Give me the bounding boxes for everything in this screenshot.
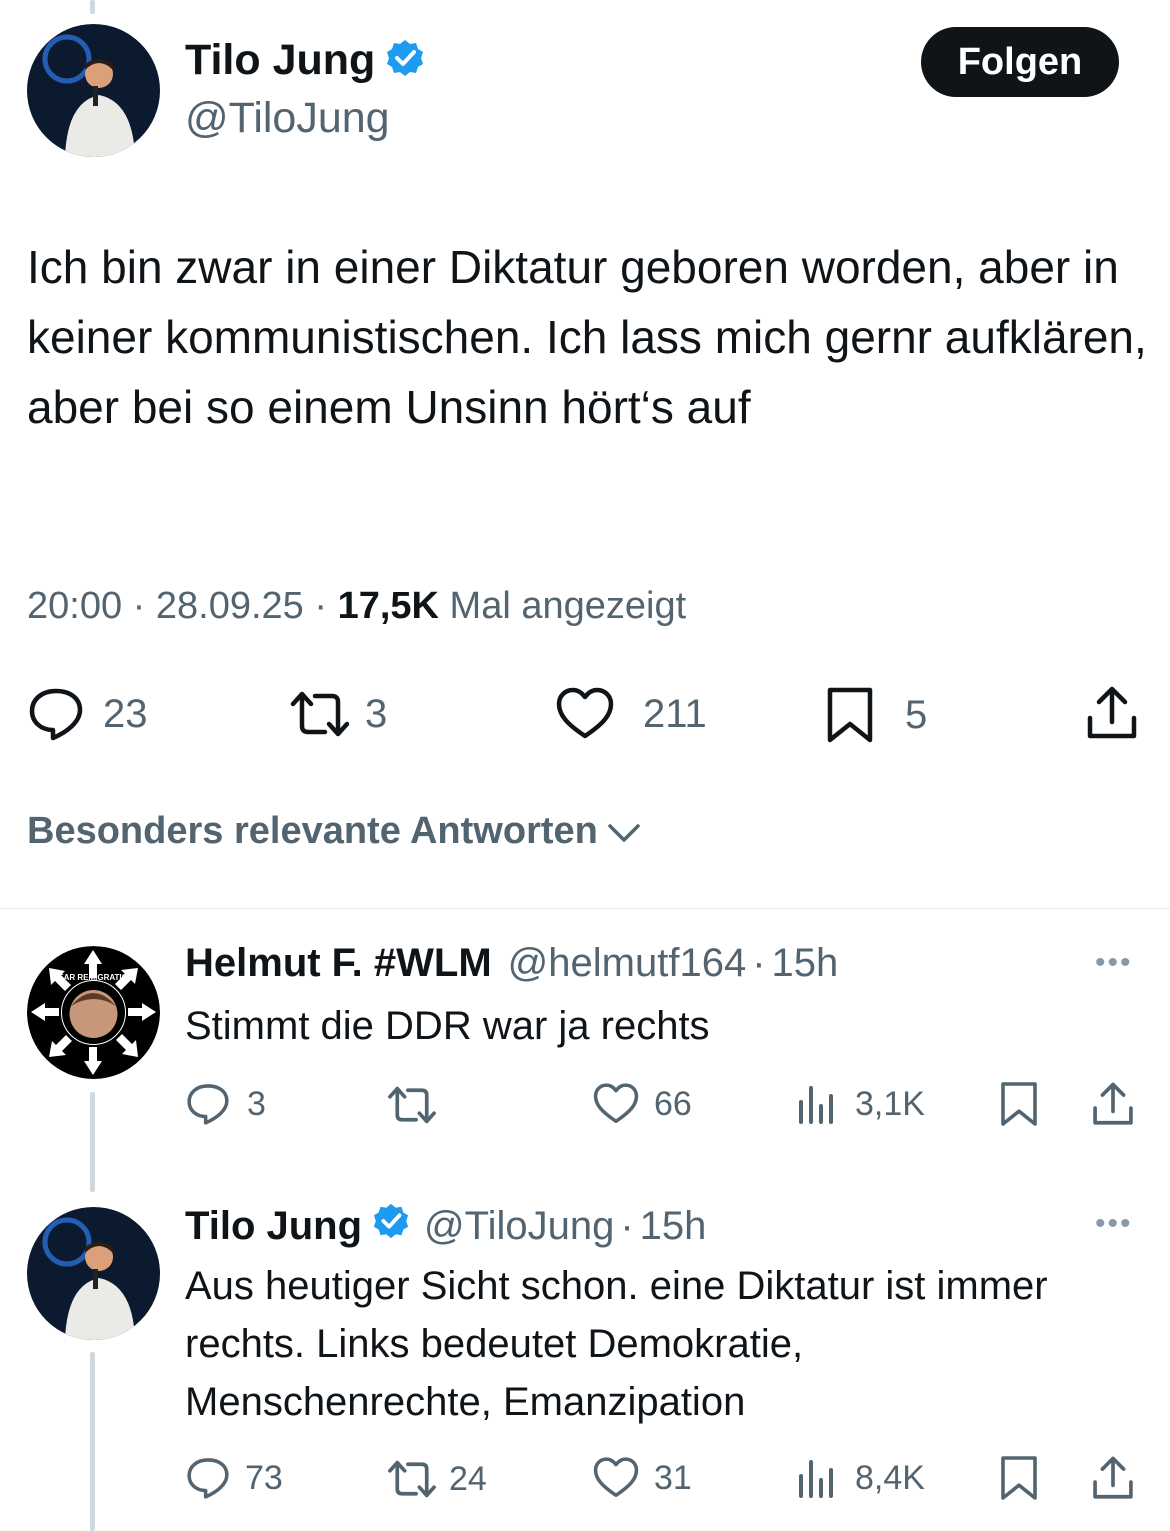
views-count: 8,4K bbox=[855, 1458, 925, 1497]
author-name[interactable]: Tilo Jung bbox=[185, 36, 375, 85]
author-row: Tilo Jung bbox=[185, 36, 425, 85]
reply-header: Helmut F. #WLM @helmutf164 · 15h bbox=[185, 941, 838, 986]
verified-icon bbox=[372, 1202, 410, 1250]
views-button[interactable]: 3,1K bbox=[797, 1082, 925, 1126]
repost-button[interactable]: 24 bbox=[385, 1456, 487, 1502]
reply-icon bbox=[187, 1458, 229, 1499]
share-button[interactable] bbox=[1091, 1454, 1135, 1502]
views-icon bbox=[799, 1460, 833, 1498]
share-button[interactable] bbox=[1085, 684, 1139, 742]
tweet-date[interactable]: 28.09.25 bbox=[156, 585, 304, 627]
reply-count: 73 bbox=[245, 1458, 283, 1497]
reply-text: Stimmt die DDR war ja rechts bbox=[185, 1004, 710, 1048]
avatar[interactable] bbox=[27, 24, 160, 157]
like-icon bbox=[556, 687, 614, 739]
reply-button[interactable]: 3 bbox=[185, 1082, 266, 1126]
reply-icon bbox=[187, 1084, 229, 1125]
like-button[interactable]: 211 bbox=[555, 686, 707, 742]
bookmark-button[interactable] bbox=[999, 1080, 1039, 1128]
more-icon[interactable]: ••• bbox=[1095, 1207, 1133, 1241]
like-button[interactable]: 31 bbox=[592, 1456, 692, 1500]
like-count: 211 bbox=[643, 691, 707, 736]
repost-icon bbox=[388, 1460, 436, 1498]
tweet-text: Ich bin zwar in einer Diktatur geboren w… bbox=[27, 241, 1147, 433]
bookmark-icon bbox=[1001, 1082, 1037, 1126]
meta-separator: · bbox=[132, 585, 146, 627]
view-count: 17,5K bbox=[337, 585, 439, 627]
repost-icon bbox=[388, 1086, 436, 1124]
reply-age[interactable]: 15h bbox=[640, 1204, 707, 1249]
reply-age[interactable]: 15h bbox=[772, 941, 839, 986]
tweet-time[interactable]: 20:00 bbox=[27, 585, 122, 627]
meta-separator: · bbox=[752, 941, 766, 985]
reply-count: 3 bbox=[247, 1084, 266, 1123]
divider bbox=[0, 908, 1170, 909]
thread-line-reply2 bbox=[90, 1352, 95, 1531]
repost-count: 3 bbox=[365, 691, 388, 736]
repost-button[interactable] bbox=[385, 1082, 457, 1128]
repost-count: 24 bbox=[449, 1459, 487, 1498]
reply-text: Aus heutiger Sicht schon. eine Diktatur … bbox=[185, 1264, 1048, 1424]
reply-avatar[interactable] bbox=[27, 1207, 160, 1340]
reply-handle[interactable]: @helmutf164 bbox=[508, 941, 747, 986]
bookmark-icon bbox=[827, 687, 873, 743]
like-count: 66 bbox=[654, 1084, 692, 1123]
follow-button[interactable]: Folgen bbox=[921, 27, 1119, 97]
reply-author-name[interactable]: Tilo Jung bbox=[185, 1204, 362, 1249]
repost-button[interactable]: 3 bbox=[287, 686, 387, 742]
chevron-down-icon bbox=[608, 823, 640, 842]
tweet-meta: 20:00 · 28.09.25 · 17,5K Mal angezeigt bbox=[27, 585, 686, 628]
avatar-text: FEAR REMIGRATION bbox=[53, 973, 134, 982]
bookmark-icon bbox=[1001, 1456, 1037, 1500]
views-button[interactable]: 8,4K bbox=[797, 1456, 925, 1500]
views-label: Mal angezeigt bbox=[449, 585, 687, 627]
share-icon bbox=[1087, 686, 1137, 739]
verified-icon bbox=[385, 38, 425, 83]
like-button[interactable]: 66 bbox=[592, 1082, 692, 1126]
bookmark-button[interactable] bbox=[999, 1454, 1039, 1502]
like-icon bbox=[593, 1457, 639, 1498]
views-icon bbox=[799, 1086, 833, 1124]
reply-count: 23 bbox=[103, 691, 148, 736]
reply-author-name[interactable]: Helmut F. #WLM bbox=[185, 941, 492, 986]
meta-separator: · bbox=[620, 1203, 634, 1248]
like-count: 31 bbox=[654, 1458, 692, 1497]
meta-separator: · bbox=[314, 585, 328, 627]
like-icon bbox=[593, 1083, 639, 1124]
reply-icon bbox=[29, 688, 83, 741]
thread-line-reply1 bbox=[90, 1092, 95, 1192]
views-count: 3,1K bbox=[855, 1084, 925, 1123]
more-icon[interactable]: ••• bbox=[1095, 946, 1133, 980]
bookmark-button[interactable]: 5 bbox=[825, 686, 927, 744]
reply-button[interactable]: 23 bbox=[27, 686, 148, 742]
author-handle[interactable]: @TiloJung bbox=[185, 94, 390, 143]
thread-line-top bbox=[90, 0, 95, 14]
repost-icon bbox=[290, 691, 350, 737]
share-icon bbox=[1093, 1082, 1133, 1125]
sort-label: Besonders relevante Antworten bbox=[27, 810, 598, 852]
share-button[interactable] bbox=[1091, 1080, 1135, 1128]
replies-sort-dropdown[interactable]: Besonders relevante Antworten bbox=[27, 810, 644, 853]
share-icon bbox=[1093, 1456, 1133, 1499]
reply-header: Tilo Jung @TiloJung · 15h bbox=[185, 1202, 706, 1250]
bookmark-count: 5 bbox=[905, 692, 928, 737]
reply-handle[interactable]: @TiloJung bbox=[424, 1204, 614, 1249]
reply-avatar[interactable]: FEAR REMIGRATION bbox=[27, 946, 160, 1079]
reply-button[interactable]: 73 bbox=[185, 1456, 283, 1500]
